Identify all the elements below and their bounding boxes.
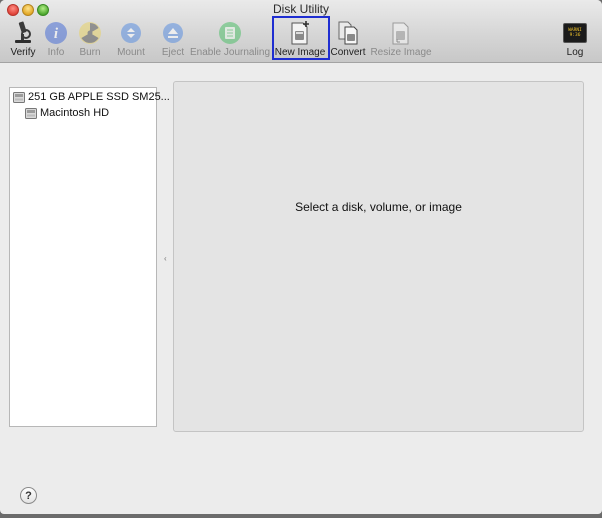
device-list[interactable]: 251 GB APPLE SSD SM25... Macintosh HD <box>9 87 170 427</box>
resize-image-icon <box>392 22 409 45</box>
help-button[interactable]: ? <box>20 487 37 504</box>
info-icon: i <box>45 22 67 44</box>
verify-button[interactable]: Verify <box>8 20 38 58</box>
list-item-volume[interactable]: Macintosh HD <box>25 105 109 121</box>
log-label: Log <box>566 47 584 58</box>
radiation-icon <box>79 22 101 44</box>
convert-icon <box>338 21 358 45</box>
resize-image-label: Resize Image <box>370 47 432 58</box>
convert-button[interactable]: Convert <box>330 20 366 58</box>
new-image-highlight <box>272 16 330 60</box>
volume-label: Macintosh HD <box>40 107 110 119</box>
window-title: Disk Utility <box>273 2 329 16</box>
log-button[interactable]: WARNI 9:36 Log <box>561 20 589 58</box>
empty-selection-message: Select a disk, volume, or image <box>295 200 462 214</box>
mount-icon <box>121 23 141 43</box>
enable-journaling-button[interactable]: Enable Journaling <box>189 20 271 58</box>
disk-label: 251 GB APPLE SSD SM25... <box>28 91 170 103</box>
mount-button[interactable]: Mount <box>115 20 147 58</box>
info-button[interactable]: i Info <box>43 20 69 58</box>
microscope-icon <box>15 21 31 43</box>
burn-button[interactable]: Burn <box>77 20 103 58</box>
log-icon-text: WARNI 9:36 <box>568 28 582 38</box>
resize-image-button[interactable]: Resize Image <box>370 20 432 58</box>
convert-label: Convert <box>330 47 366 58</box>
detail-pane: Select a disk, volume, or image <box>173 81 584 432</box>
eject-icon <box>163 23 183 43</box>
mount-label: Mount <box>117 47 145 58</box>
eject-button[interactable]: Eject <box>160 20 186 58</box>
split-view-handle[interactable]: ‹ <box>164 254 167 263</box>
info-label: Info <box>47 47 65 58</box>
list-item-disk[interactable]: 251 GB APPLE SSD SM25... <box>13 89 170 105</box>
toolbar: Disk Utility Verify i Info Burn Mount Ej… <box>0 0 602 63</box>
log-console-icon: WARNI 9:36 <box>563 23 587 43</box>
disk-utility-window: Disk Utility Verify i Info Burn Mount Ej… <box>0 0 602 514</box>
volume-icon <box>25 107 37 119</box>
eject-label: Eject <box>161 47 185 58</box>
verify-label: Verify <box>10 47 36 58</box>
hard-disk-icon <box>13 91 25 103</box>
enable-journaling-label: Enable Journaling <box>189 47 271 58</box>
burn-label: Burn <box>79 47 101 58</box>
journaling-icon <box>219 22 241 44</box>
